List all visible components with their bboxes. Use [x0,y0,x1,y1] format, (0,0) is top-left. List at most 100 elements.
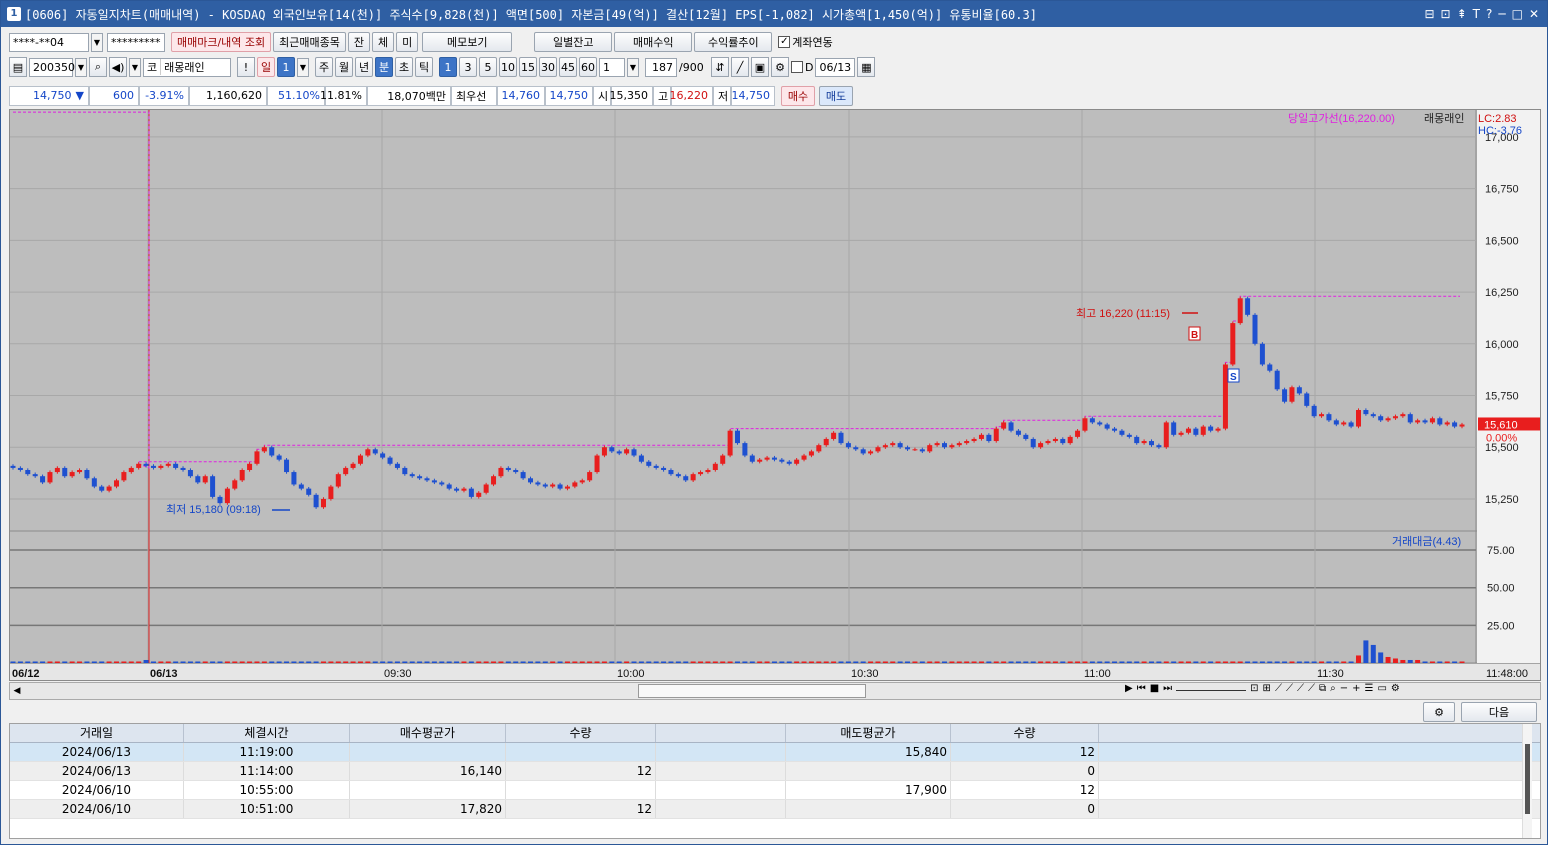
period-dropdown-icon[interactable]: ▼ [297,57,309,77]
trend4-icon[interactable]: ⟋ [1308,683,1315,694]
window-number-badge[interactable]: 1 [7,7,21,21]
col-trade-date[interactable]: 거래일 [10,724,184,742]
interval-dropdown-icon[interactable]: ▼ [627,57,639,77]
interval-5-button[interactable]: 5 [479,57,497,77]
volume-bar [978,661,984,663]
link-icon[interactable]: ⊟ [1424,7,1434,21]
table-row[interactable]: 2024/06/13 11:14:00 16,140 12 0 [10,762,1540,781]
magnifier-icon[interactable]: ⌕ [1330,683,1336,694]
count-input[interactable]: 187 [645,57,677,77]
trend2-icon[interactable]: ⟋ [1286,683,1293,694]
period-num-button[interactable]: 1 [277,57,295,77]
interval-30-button[interactable]: 30 [539,57,557,77]
calendar-icon[interactable]: ▦ [857,57,876,77]
font-icon[interactable]: T [1473,7,1480,21]
col-buy-avg[interactable]: 매수평균가 [350,724,506,742]
close-icon[interactable]: ✕ [1529,7,1539,21]
table-row[interactable]: 2024/06/10 10:55:00 17,900 12 [10,781,1540,800]
tool-icon[interactable]: ⊡ [1250,683,1258,694]
speaker-dropdown-icon[interactable]: ▼ [129,57,141,77]
zoom-out-icon[interactable]: − [1340,683,1348,694]
col-sell-qty[interactable]: 수량 [951,724,1099,742]
price-chart[interactable]: 17,000 16,750 16,500 16,250 16,000 15,750 15,5… [9,109,1541,681]
d-checkbox[interactable] [791,61,803,73]
table-vertical-scrollbar[interactable] [1522,724,1532,838]
daily-balance-button[interactable]: 일별잔고 [534,32,613,52]
period-year-button[interactable]: 년 [355,57,373,77]
zoom-slider[interactable] [1176,683,1247,691]
copy-icon[interactable]: ⧉ [1319,683,1326,694]
stop-icon[interactable]: ■ [1150,683,1159,694]
table-settings-icon[interactable]: ⚙ [1423,702,1455,722]
first-icon[interactable]: ⏮ [1137,683,1146,694]
search-icon[interactable]: ⌕ [89,57,107,77]
last-icon[interactable]: ⏭ [1163,683,1172,694]
trade-profit-button[interactable]: 매매수익 [614,32,693,52]
sell-button[interactable]: 매도 [819,85,853,106]
indicator-icon[interactable]: ⇵ [711,57,729,77]
col-sell-avg[interactable]: 매도평균가 [786,724,951,742]
table-row[interactable]: 2024/06/13 11:19:00 15,840 12 [10,743,1540,762]
help-icon[interactable]: ? [1486,7,1492,21]
alert-button[interactable]: ! [237,57,255,77]
settings-icon[interactable]: ⚙ [1391,683,1400,694]
stock-code-input[interactable]: 200350 [29,57,75,77]
trend-icon[interactable]: ⟋ [1275,683,1282,694]
interval-60-button[interactable]: 60 [579,57,597,77]
table-scroll-thumb[interactable] [1525,744,1530,814]
col-buy-qty[interactable]: 수량 [506,724,656,742]
interval-select[interactable]: 1 [599,57,625,77]
layout-icon[interactable]: ▤ [9,57,27,77]
volume-bar [143,659,149,663]
password-input[interactable]: ********* [107,32,165,52]
zoom-in-icon[interactable]: + [1352,683,1360,694]
account-dropdown-icon[interactable]: ▼ [91,32,103,52]
interval-45-button[interactable]: 45 [559,57,577,77]
buy-button[interactable]: 매수 [781,85,815,106]
code-dropdown-icon[interactable]: ▼ [75,57,87,77]
next-button[interactable]: 다음 [1461,702,1537,722]
col-exec-time[interactable]: 체결시간 [184,724,350,742]
mi-button[interactable]: 미 [396,32,419,52]
volume-bar [1459,661,1465,663]
interval-15-button[interactable]: 15 [519,57,537,77]
screen-icon[interactable]: ▭ [1377,683,1386,694]
chart-canvas[interactable]: 17,00016,75016,50016,25016,00015,75015,5… [10,110,1540,680]
trend3-icon[interactable]: ⟋ [1297,683,1304,694]
recent-trades-button[interactable]: 최근매매종목 [273,32,346,52]
speaker-icon[interactable]: ◀) [109,57,127,77]
trade-mark-button[interactable]: 매매마크/내역 조회 [171,32,272,52]
duplicate-icon[interactable]: ⊡ [1441,7,1451,21]
period-minute-button[interactable]: 분 [375,57,393,77]
memo-button[interactable]: 메모보기 [422,32,513,52]
return-trend-button[interactable]: 수익률추이 [694,32,773,52]
stock-name-box[interactable]: 코 래몽래인 [143,57,231,77]
maximize-icon[interactable]: □ [1512,7,1523,21]
checkbox-checked-icon[interactable]: ✓ [778,36,791,48]
period-tick-button[interactable]: 틱 [415,57,433,77]
date-input[interactable]: 06/13 [815,57,856,77]
period-day-button[interactable]: 일 [257,57,275,77]
play-next-icon[interactable]: ▶ [1125,683,1133,694]
interval-10-button[interactable]: 10 [499,57,517,77]
period-month-button[interactable]: 월 [335,57,353,77]
period-week-button[interactable]: 주 [315,57,333,77]
account-link-checkbox[interactable]: ✓ 계좌연동 [778,34,833,50]
list-icon[interactable]: ☰ [1364,683,1373,694]
tool2-icon[interactable]: ⊞ [1263,683,1271,694]
account-input[interactable]: ****-**04 [9,32,89,52]
scroll-left-icon[interactable]: ◀ [10,686,24,696]
save-icon[interactable]: ▣ [751,57,769,77]
minimize-icon[interactable]: ─ [1498,7,1505,21]
pin-icon[interactable]: ⇞ [1457,7,1467,21]
che-button[interactable]: 체 [372,32,395,52]
period-second-button[interactable]: 초 [395,57,413,77]
table-row[interactable]: 2024/06/10 10:51:00 17,820 12 0 [10,800,1540,819]
chart-scrollbar[interactable]: ◀ ▶ ⏮ ■ ⏭ ⊡ ⊞ ⟋ ⟋ ⟋ ⟋ ⧉ ⌕ − + ☰ ▭ ⚙ [9,682,1541,700]
interval-1-button[interactable]: 1 [439,57,457,77]
jan-button[interactable]: 잔 [347,32,371,52]
interval-3-button[interactable]: 3 [459,57,477,77]
draw-tool-icon[interactable]: ╱ [731,57,749,77]
scroll-thumb[interactable] [638,684,866,698]
gear-icon[interactable]: ⚙ [771,57,789,77]
